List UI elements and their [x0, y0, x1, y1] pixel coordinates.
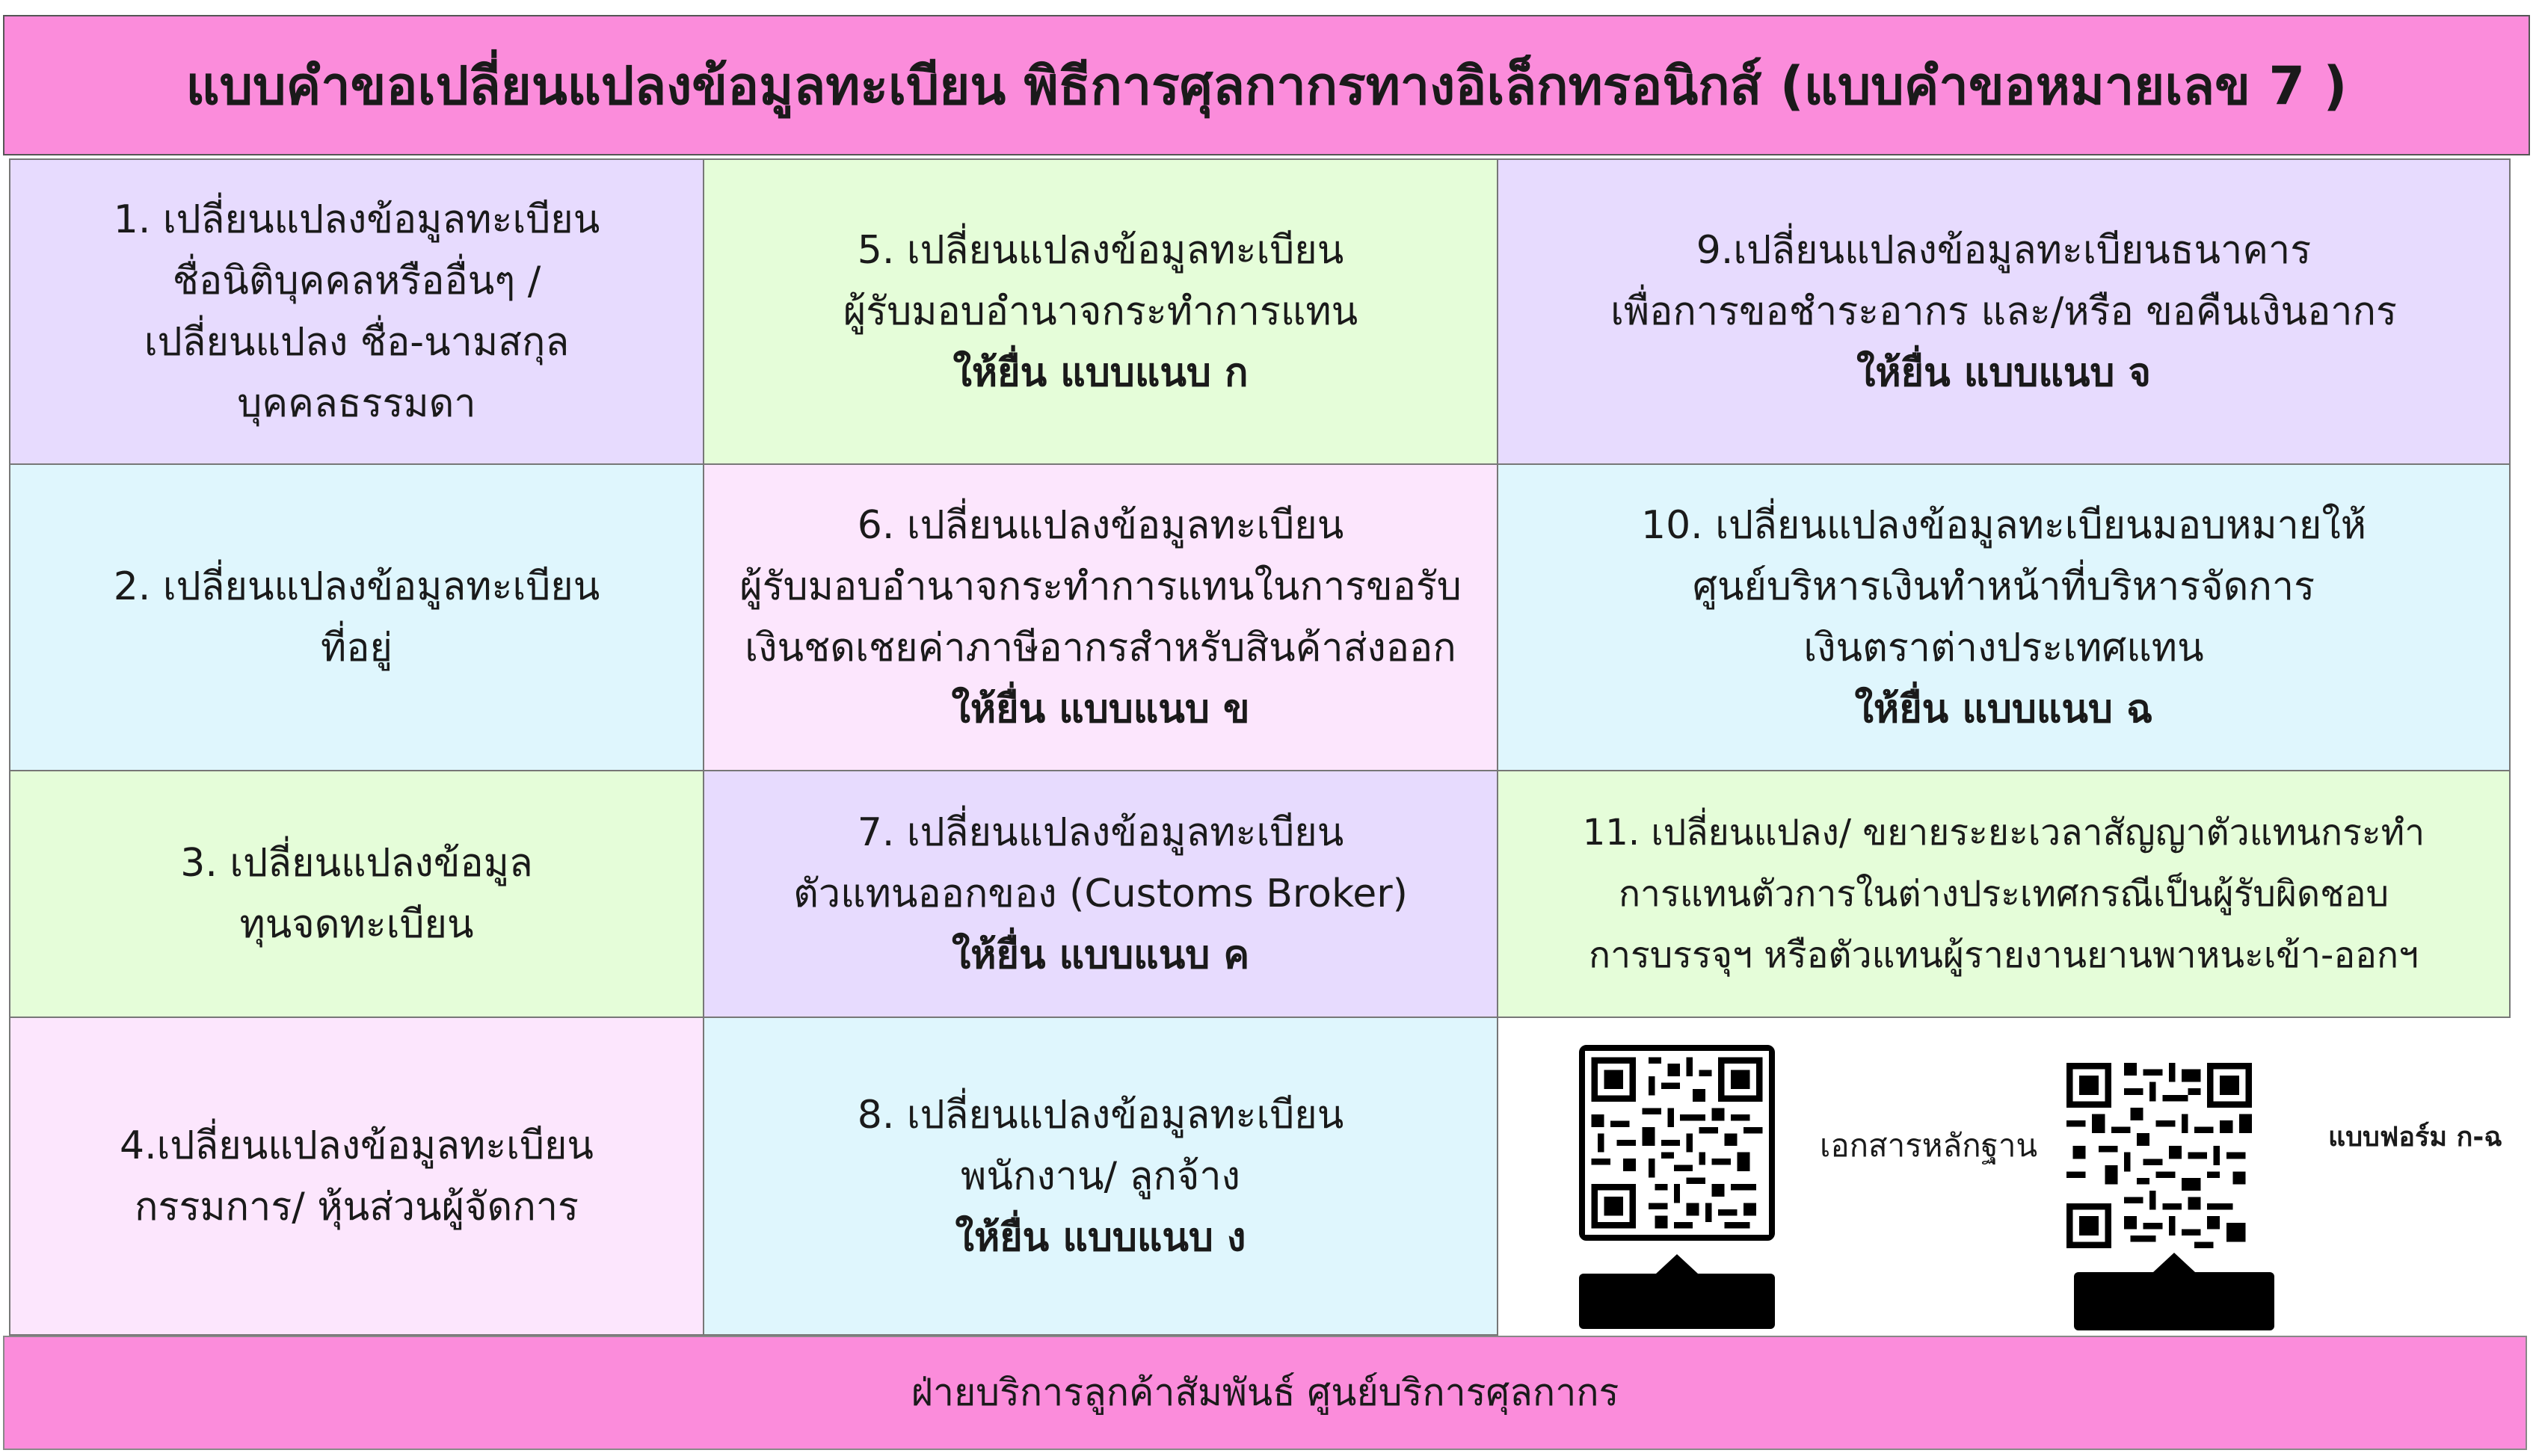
item-1-line-2: ชื่อนิติบุคคลหรืออื่นๆ / [172, 259, 541, 303]
forms-qr-code[interactable] [2066, 1063, 2252, 1248]
item-5-cell: 5. เปลี่ยนแปลงข้อมูลทะเบียน ผู้รับมอบอำน… [704, 158, 1498, 465]
qr-code-panel: เอกสารหลักฐาน แบบฟอร์ม ก-ฉ [1498, 1018, 2511, 1336]
item-6-line-1: 6. เปลี่ยนแปลงข้อมูลทะเบียน [857, 503, 1344, 548]
item-10-line-3: เงินตราต่างประเทศแทน [1803, 626, 2204, 670]
request-grid: 1. เปลี่ยนแปลงข้อมูลทะเบียน ชื่อนิติบุคค… [9, 158, 2511, 1336]
item-8-line-1: 8. เปลี่ยนแปลงข้อมูลทะเบียน [857, 1092, 1344, 1138]
item-7-submit-form: ให้ยื่น แบบแนบ ค [951, 933, 1250, 978]
item-8-line-2: พนักงาน/ ลูกจ้าง [961, 1153, 1240, 1199]
item-5-line-2: ผู้รับมอบอำนาจกระทำการแทน [843, 289, 1358, 334]
item-8-cell: 8. เปลี่ยนแปลงข้อมูลทะเบียน พนักงาน/ ลูก… [704, 1018, 1498, 1336]
header-banner: แบบคำขอเปลี่ยนแปลงข้อมูลทะเบียน พิธีการศ… [3, 15, 2530, 155]
item-11-line-3: การบรรจุฯ หรือตัวแทนผู้รายงานยานพาหนะเข้… [1589, 934, 2419, 976]
item-6-cell: 6. เปลี่ยนแปลงข้อมูลทะเบียน ผู้รับมอบอำน… [704, 465, 1498, 771]
qr-code-icon [1585, 1051, 1769, 1235]
item-2-line-1: 2. เปลี่ยนแปลงข้อมูลทะเบียน [113, 564, 600, 609]
item-10-submit-form: ให้ยื่น แบบแนบ ฉ [1854, 687, 2153, 732]
item-4-line-2: กรรมการ/ หุ้นส่วนผู้จัดการ [135, 1184, 579, 1230]
item-3-line-1: 3. เปลี่ยนแปลงข้อมูล [180, 841, 533, 886]
item-10-line-2: ศูนย์บริหารเงินทำหน้าที่บริหารจัดการ [1692, 564, 2315, 609]
item-9-line-1: 9.เปลี่ยนแปลงข้อมูลทะเบียนธนาคาร [1696, 228, 2312, 273]
item-11-line-2: การแทนตัวการในต่างประเทศกรณีเป็นผู้รับผิ… [1618, 873, 2389, 915]
item-7-line-1: 7. เปลี่ยนแปลงข้อมูลทะเบียน [857, 810, 1344, 855]
item-3-line-2: ทุนจดทะเบียน [239, 902, 474, 947]
item-11-line-1: 11. เปลี่ยนแปลง/ ขยายระยะเวลาสัญญาตัวแทน… [1582, 812, 2425, 854]
qr-code-icon [2066, 1063, 2252, 1248]
documents-qr-tab [1579, 1254, 1775, 1329]
item-7-cell: 7. เปลี่ยนแปลงข้อมูลทะเบียน ตัวแทนออกของ… [704, 771, 1498, 1018]
page-title: แบบคำขอเปลี่ยนแปลงข้อมูลทะเบียน พิธีการศ… [185, 55, 2348, 117]
item-10-line-1: 10. เปลี่ยนแปลงข้อมูลทะเบียนมอบหมายให้ [1641, 503, 2366, 548]
item-1-line-4: บุคคลธรรมดา [237, 381, 476, 426]
documents-qr-code[interactable] [1579, 1045, 1775, 1241]
item-9-submit-form: ให้ยื่น แบบแนบ จ [1856, 351, 2151, 395]
item-3-cell: 3. เปลี่ยนแปลงข้อมูล ทุนจดทะเบียน [9, 771, 704, 1018]
item-2-line-2: ที่อยู่ [321, 626, 393, 670]
item-8-submit-form: ให้ยื่น แบบแนบ ง [955, 1215, 1246, 1260]
item-6-line-2: ผู้รับมอบอำนาจกระทำการแทนในการขอรับ [739, 564, 1462, 609]
item-6-line-3: เงินชดเชยค่าภาษีอากรสำหรับสินค้าส่งออก [745, 626, 1456, 670]
item-10-cell: 10. เปลี่ยนแปลงข้อมูลทะเบียนมอบหมายให้ ศ… [1498, 465, 2511, 771]
forms-label: แบบฟอร์ม ก-ฉ [2328, 1122, 2502, 1153]
item-4-line-1: 4.เปลี่ยนแปลงข้อมูลทะเบียน [120, 1123, 594, 1168]
item-1-line-1: 1. เปลี่ยนแปลงข้อมูลทะเบียน [113, 197, 600, 242]
item-7-line-2: ตัวแทนออกของ (Customs Broker) [793, 872, 1408, 916]
item-1-cell: 1. เปลี่ยนแปลงข้อมูลทะเบียน ชื่อนิติบุคค… [9, 158, 704, 465]
item-5-submit-form: ให้ยื่น แบบแนบ ก [952, 351, 1249, 395]
item-1-line-3: เปลี่ยนแปลง ชื่อ-นามสกุล [144, 320, 570, 365]
item-6-submit-form: ให้ยื่น แบบแนบ ข [951, 687, 1250, 732]
footer-text: ฝ่ายบริการลูกค้าสัมพันธ์ ศูนย์บริการศุลก… [911, 1371, 1619, 1414]
item-9-cell: 9.เปลี่ยนแปลงข้อมูลทะเบียนธนาคาร เพื่อกา… [1498, 158, 2511, 465]
forms-qr-tab [2074, 1253, 2274, 1330]
item-9-line-2: เพื่อการขอชำระอากร และ/หรือ ขอคืนเงินอาก… [1610, 289, 2397, 334]
item-2-cell: 2. เปลี่ยนแปลงข้อมูลทะเบียน ที่อยู่ [9, 465, 704, 771]
item-4-cell: 4.เปลี่ยนแปลงข้อมูลทะเบียน กรรมการ/ หุ้น… [9, 1018, 704, 1336]
item-11-cell: 11. เปลี่ยนแปลง/ ขยายระยะเวลาสัญญาตัวแทน… [1498, 771, 2511, 1018]
item-5-line-1: 5. เปลี่ยนแปลงข้อมูลทะเบียน [857, 228, 1344, 273]
documents-label: เอกสารหลักฐาน [1820, 1127, 2038, 1164]
footer-banner: ฝ่ายบริการลูกค้าสัมพันธ์ ศูนย์บริการศุลก… [3, 1336, 2527, 1450]
